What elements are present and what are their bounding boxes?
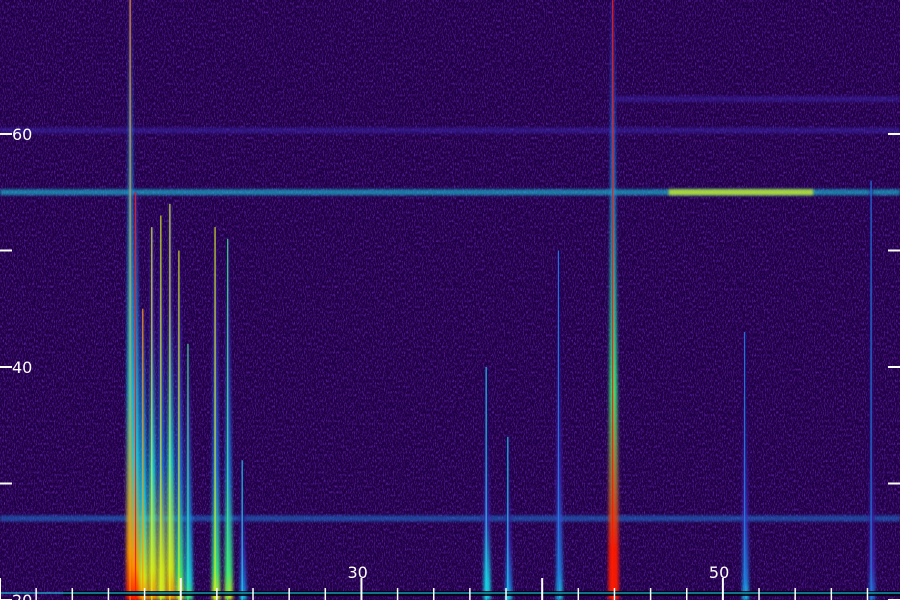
- x-tick-label-1: 50: [709, 563, 729, 582]
- y-tick-label-2: 20: [12, 591, 32, 600]
- baseline-glow: [0, 592, 900, 595]
- band-2: [0, 127, 900, 134]
- y-tick-label-0: 60: [12, 125, 32, 144]
- band-3: [614, 96, 900, 103]
- baseline-strip: [0, 591, 900, 597]
- spectrogram-chart: 60 40 20 30 50: [0, 0, 900, 600]
- x-tick-label-0: 30: [347, 563, 367, 582]
- band-1: [668, 189, 814, 196]
- y-tick-label-1: 40: [12, 358, 32, 377]
